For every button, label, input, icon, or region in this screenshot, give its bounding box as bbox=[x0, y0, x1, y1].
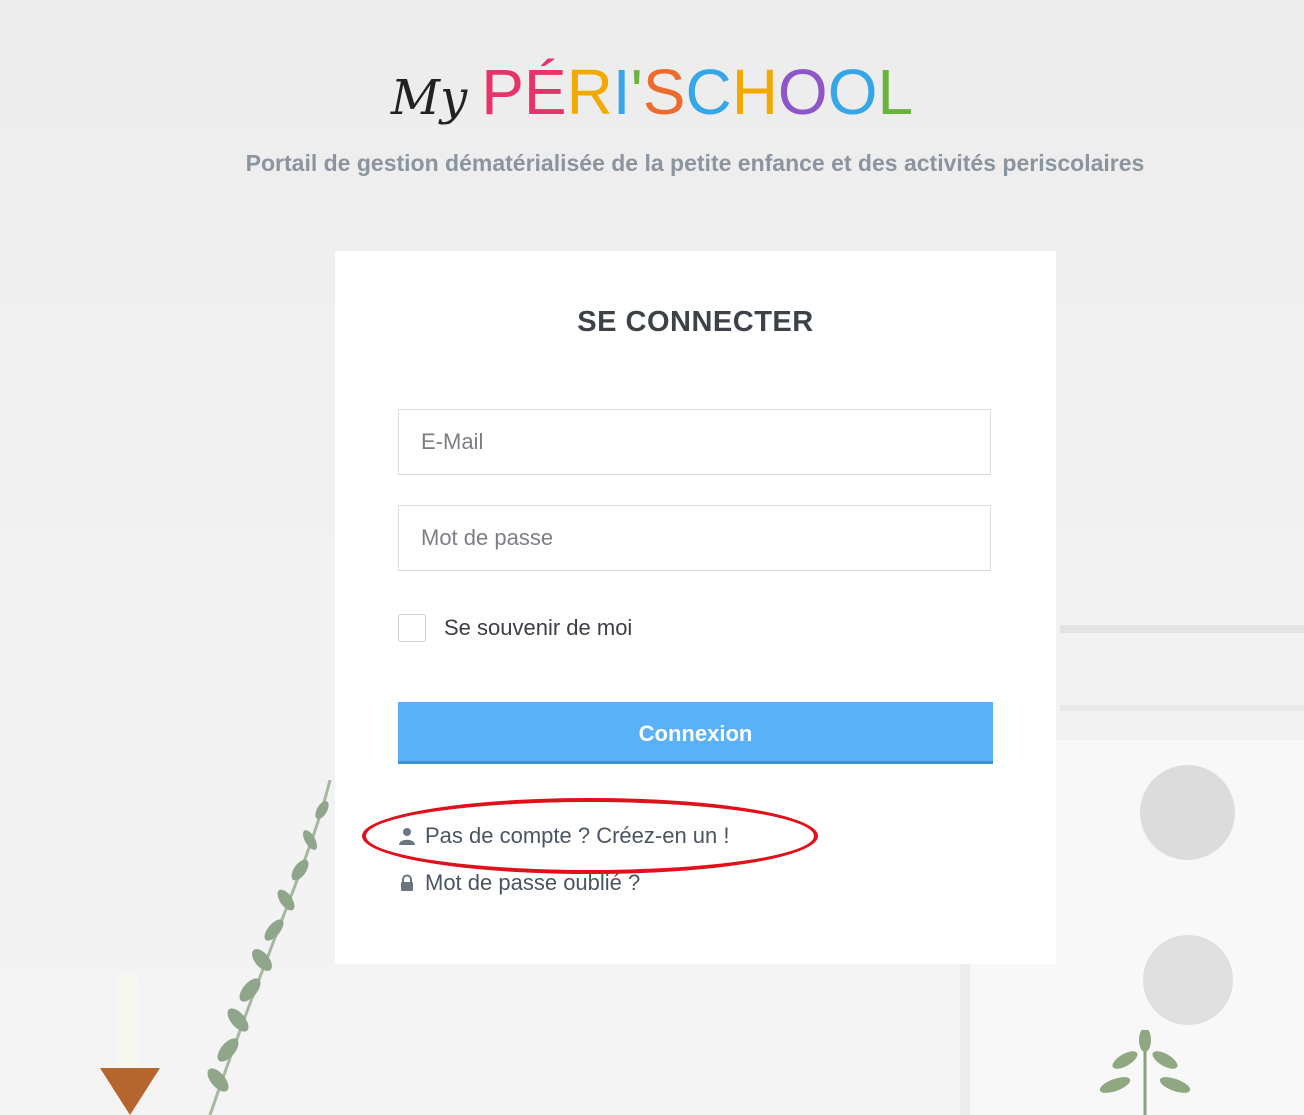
background-shelf-edge bbox=[1060, 705, 1304, 711]
remember-me-row[interactable]: Se souvenir de moi bbox=[398, 614, 632, 642]
background-candle bbox=[118, 972, 138, 1070]
background-decor-circle bbox=[1140, 765, 1235, 860]
logo-letter: S bbox=[642, 56, 686, 128]
logo-letter: C bbox=[685, 56, 732, 128]
email-field[interactable] bbox=[398, 409, 991, 475]
page-tagline: Portail de gestion dématérialisée de la … bbox=[245, 150, 1145, 176]
background-plant-left bbox=[207, 780, 332, 1115]
logo-letter: L bbox=[877, 56, 914, 128]
logo-letter: R bbox=[566, 56, 613, 128]
logo-wordmark: PÉRI'SCHOOL bbox=[481, 56, 913, 128]
logo-letter: O bbox=[827, 56, 878, 128]
logo-letter: ' bbox=[630, 56, 643, 128]
password-field[interactable] bbox=[398, 505, 991, 571]
create-account-link[interactable]: Pas de compte ? Créez-en un ! bbox=[398, 823, 730, 849]
create-account-label: Pas de compte ? Créez-en un ! bbox=[425, 823, 730, 848]
forgot-password-label: Mot de passe oublié ? bbox=[425, 870, 641, 895]
login-card: SE CONNECTER Se souvenir de moi Connexio… bbox=[335, 251, 1056, 964]
logo-letter: É bbox=[523, 56, 567, 128]
logo-letter: I bbox=[612, 56, 631, 128]
app-logo: My PÉRI'SCHOOL bbox=[0, 52, 1304, 138]
forgot-password-link[interactable]: Mot de passe oublié ? bbox=[398, 870, 640, 896]
logo-letter: H bbox=[731, 56, 778, 128]
background-plant-right bbox=[1099, 1030, 1191, 1115]
background-candle-holder bbox=[100, 1068, 160, 1115]
remember-me-checkbox[interactable] bbox=[398, 614, 426, 642]
lock-icon bbox=[401, 874, 413, 891]
background-decor-circle bbox=[1143, 935, 1233, 1025]
login-title: SE CONNECTER bbox=[577, 306, 814, 338]
logo-letter: O bbox=[777, 56, 828, 128]
remember-me-label[interactable]: Se souvenir de moi bbox=[444, 615, 632, 641]
login-button[interactable]: Connexion bbox=[398, 702, 993, 764]
logo-prefix: My bbox=[390, 70, 468, 126]
user-icon bbox=[399, 828, 415, 845]
background-shelf bbox=[1060, 625, 1304, 633]
logo-letter: P bbox=[481, 56, 524, 128]
